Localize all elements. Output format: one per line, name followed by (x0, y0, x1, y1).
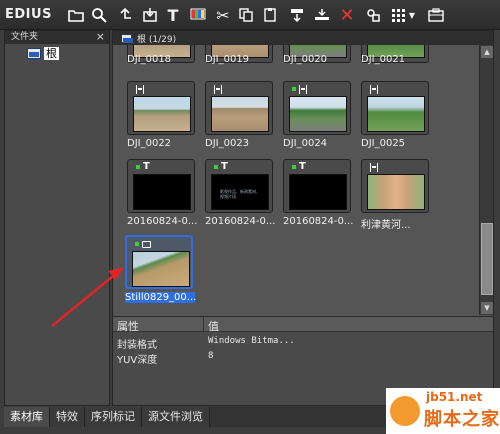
status-icon (136, 165, 140, 169)
text-icon[interactable]: T (163, 5, 183, 25)
title-icon: T (221, 161, 228, 172)
clip-name: DJI_0019 (205, 54, 250, 65)
clip-name: DJI_0022 (127, 138, 172, 149)
clip-grid: DJI_0018 DJI_0019 DJI_0020 DJI_0021 DJI_… (113, 45, 479, 315)
folder-tree-root[interactable]: 根 (27, 47, 59, 60)
import-icon[interactable] (140, 5, 160, 25)
vertical-scrollbar[interactable]: ▲ ▼ (479, 45, 493, 315)
watermark: jb51.net 脚本之家 (386, 388, 500, 434)
property-row[interactable]: YUV深度 8 (113, 350, 493, 366)
paste-icon[interactable] (260, 5, 280, 25)
property-key-header: 属性 (117, 320, 139, 333)
clip-thumbnail (289, 96, 347, 132)
close-icon[interactable]: × (96, 30, 105, 43)
insert-icon[interactable] (312, 5, 332, 25)
clip-name: 利津黄河... (361, 220, 411, 231)
film-icon (370, 162, 378, 172)
status-icon (292, 87, 296, 91)
status-icon (214, 165, 218, 169)
folder-icon (27, 48, 41, 59)
clip-thumbnail (367, 96, 425, 132)
clip-name: DJI_0025 (361, 138, 406, 149)
clip-name: 20160824-0... (205, 216, 276, 227)
clip-thumbnail (132, 251, 190, 287)
property-key: YUV深度 (117, 355, 158, 366)
watermark-logo (390, 396, 420, 426)
tab-sequence-markers[interactable]: 序列标记 (85, 407, 142, 427)
toolbar: EDIUS T ✂ ✕ ▼ (0, 0, 500, 30)
copy-icon[interactable] (236, 5, 256, 25)
folder-icon (121, 33, 133, 43)
film-icon (214, 84, 222, 94)
title-icon: T (299, 161, 306, 172)
bin-icon[interactable] (426, 5, 446, 25)
clip-name: 20160824-0... (283, 216, 354, 227)
film-icon (299, 84, 307, 94)
clip-name: DJI_0020 (283, 54, 328, 65)
bin-path: 根 (1/29) (137, 34, 177, 45)
tab-effects[interactable]: 特效 (50, 407, 85, 427)
properties-icon[interactable] (363, 5, 383, 25)
property-row[interactable]: 封装格式 Windows Bitma... (113, 335, 493, 351)
scroll-up-icon[interactable]: ▲ (481, 46, 493, 58)
clip-thumbnail: 影视作品、新闻素材、视频片段 (211, 174, 269, 210)
cut-icon[interactable]: ✂ (213, 5, 233, 25)
bin-header: 根 (1/29) (113, 31, 493, 45)
add-to-timeline-icon[interactable] (287, 5, 307, 25)
properties-header: 属性 值 (113, 317, 493, 333)
property-value: Windows Bitma... (208, 336, 295, 346)
delete-icon[interactable]: ✕ (337, 5, 357, 26)
clip-name: DJI_0018 (127, 54, 172, 65)
clip-name: DJI_0021 (361, 54, 406, 65)
folder-pane: 文件夹 × 根 (4, 30, 110, 406)
still-image-icon (142, 240, 151, 248)
clip-thumbnail (289, 174, 347, 210)
clip-name: Still0829_00... (125, 292, 197, 303)
scroll-down-icon[interactable]: ▼ (481, 302, 493, 314)
clip-bin: 根 (1/29) DJI_0018 DJI_0019 DJI_0020 DJI_… (112, 30, 494, 406)
property-value: 8 (208, 351, 214, 361)
property-value-header: 值 (208, 320, 219, 333)
menu-arrow-icon[interactable]: ▼ (407, 5, 417, 25)
clip-thumbnail (211, 96, 269, 132)
tab-bin[interactable]: 素材库 (4, 407, 50, 427)
clip-thumbnail (133, 174, 191, 210)
tab-source-browser[interactable]: 源文件浏览 (142, 407, 210, 427)
clip-thumbnail (133, 96, 191, 132)
property-key: 封装格式 (117, 340, 157, 351)
clip-name: 20160824-0... (127, 216, 198, 227)
watermark-text: 脚本之家 (424, 409, 500, 430)
app-title: EDIUS (5, 7, 52, 22)
folder-pane-header: 文件夹 × (5, 30, 109, 44)
thumbnail-caption: 影视作品、新闻素材、视频片段 (220, 189, 260, 199)
root-folder-label[interactable]: 根 (44, 47, 59, 60)
view-mode-icon[interactable] (389, 5, 409, 25)
film-icon (136, 84, 144, 94)
watermark-url: jb51.net (426, 390, 483, 404)
status-icon (292, 165, 296, 169)
up-icon[interactable] (115, 5, 135, 25)
status-icon (135, 242, 139, 246)
clip-name: DJI_0024 (283, 138, 328, 149)
scroll-thumb[interactable] (481, 223, 493, 295)
clip-name: DJI_0023 (205, 138, 250, 149)
film-icon (370, 84, 378, 94)
color-bars-icon[interactable] (188, 5, 208, 25)
clip-thumbnail (367, 174, 425, 210)
folder-pane-title: 文件夹 (11, 32, 39, 42)
search-icon[interactable] (89, 5, 109, 25)
title-icon: T (143, 161, 150, 172)
folder-icon[interactable] (66, 5, 86, 25)
